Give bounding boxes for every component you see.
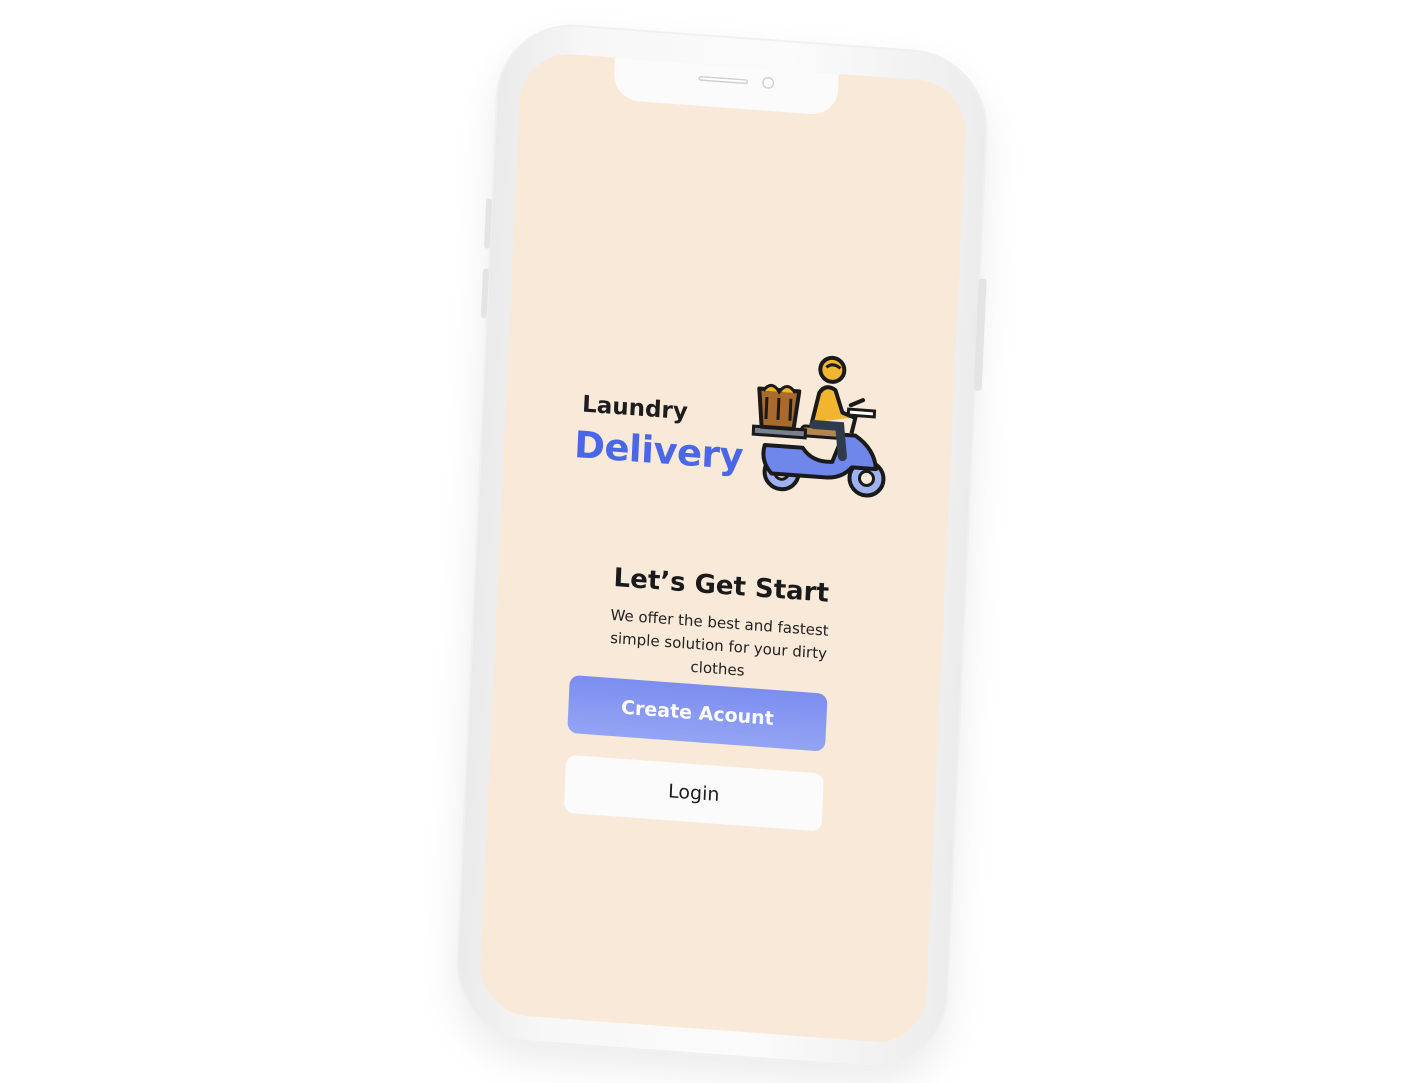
scooter-delivery-icon — [751, 355, 886, 498]
create-account-button[interactable]: Create Acount — [567, 674, 828, 752]
logo-text-laundry: Laundry — [581, 391, 689, 426]
logo-text-delivery: Delivery — [573, 423, 744, 479]
speaker-grille — [698, 75, 749, 85]
welcome-subtitle: We offer the best and fastest simple sol… — [609, 605, 830, 680]
app-logo: Laundry Delivery — [542, 333, 929, 520]
side-button-volume — [483, 198, 493, 249]
stage: Laundry Delivery Let’s Get Start We offe… — [0, 0, 1426, 1083]
login-button[interactable]: Login — [563, 754, 824, 832]
side-button-volume-down — [480, 268, 490, 319]
phone-screen: Laundry Delivery Let’s Get Start We offe… — [478, 50, 968, 1046]
side-button-power — [973, 278, 987, 391]
welcome-headline: Let’s Get Start — [612, 563, 830, 609]
front-camera-icon — [761, 76, 775, 90]
